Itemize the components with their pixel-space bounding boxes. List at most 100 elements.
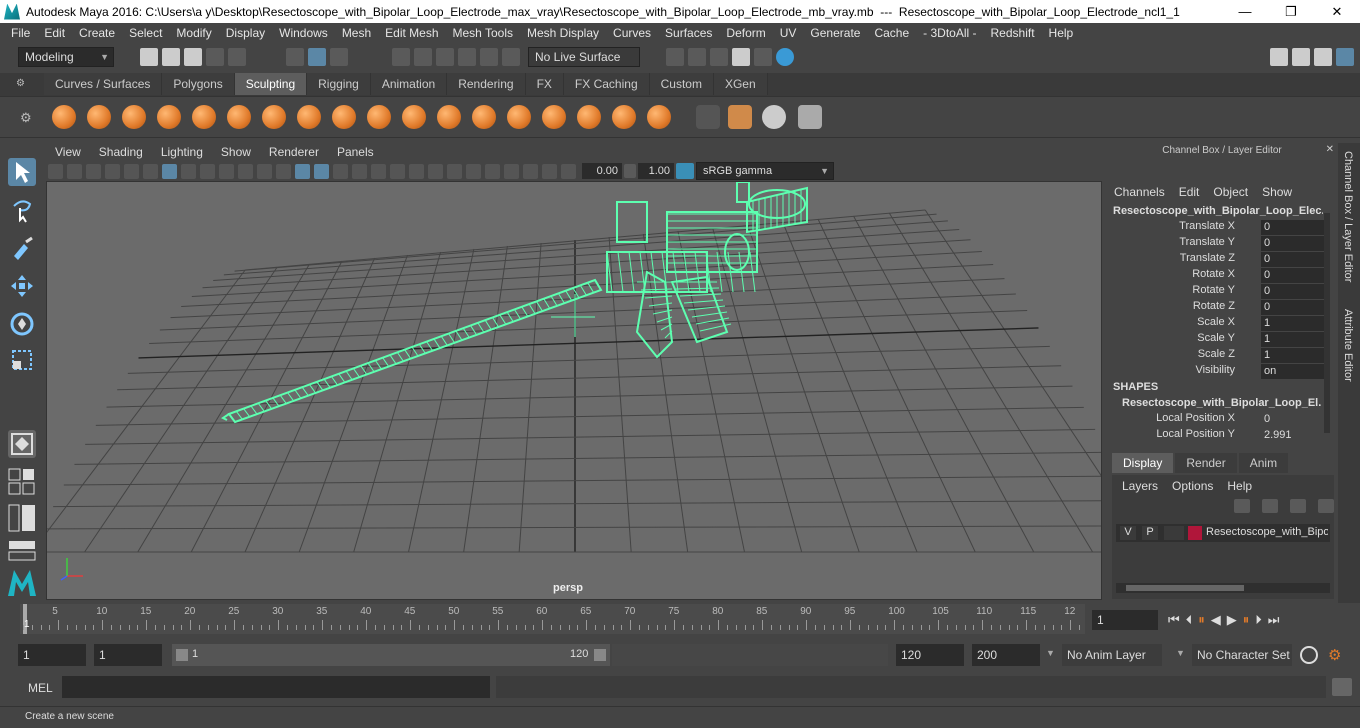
channel-menu-object[interactable]: Object bbox=[1213, 185, 1256, 199]
menu-generate[interactable]: Generate bbox=[803, 26, 867, 40]
attr-value-field[interactable]: 0 bbox=[1261, 284, 1325, 299]
minimize-button[interactable]: — bbox=[1222, 0, 1268, 23]
camera-select-icon[interactable] bbox=[48, 163, 63, 179]
wireframe-icon[interactable] bbox=[295, 163, 310, 179]
camera-attributes-icon[interactable] bbox=[67, 163, 82, 179]
panel-menu-panels[interactable]: Panels bbox=[328, 145, 383, 159]
attribute-editor-side-tab[interactable]: Attribute Editor bbox=[1342, 309, 1354, 382]
toggle-attribute-editor-icon[interactable] bbox=[1336, 48, 1354, 66]
menu-mesh[interactable]: Mesh bbox=[335, 26, 378, 40]
make-live-icon[interactable] bbox=[502, 48, 520, 66]
attr-value-field[interactable]: 2.991 bbox=[1261, 428, 1325, 443]
layer-tab-display[interactable]: Display bbox=[1112, 453, 1174, 473]
shadows-icon[interactable] bbox=[390, 163, 405, 179]
layer-playback-toggle[interactable]: P bbox=[1142, 526, 1158, 540]
scale-tool-icon[interactable] bbox=[8, 346, 36, 374]
imprint-tool-icon[interactable] bbox=[367, 105, 391, 129]
pinch-tool-icon[interactable] bbox=[192, 105, 216, 129]
panel-menu-lighting[interactable]: Lighting bbox=[152, 145, 212, 159]
shelf-tab-fx[interactable]: FX bbox=[525, 73, 564, 95]
color-space-dropdown[interactable]: sRGB gamma ▼ bbox=[696, 162, 834, 180]
anti-aliasing-icon[interactable] bbox=[447, 163, 462, 179]
xray-components-icon[interactable] bbox=[542, 163, 557, 179]
mode-dropdown[interactable]: Modeling ▼ bbox=[18, 47, 114, 67]
attr-value-field[interactable]: 1 bbox=[1261, 332, 1325, 347]
range-end-handle[interactable] bbox=[594, 649, 606, 661]
channel-box-scrollbar[interactable] bbox=[1324, 213, 1330, 433]
shelf-tab-polygons[interactable]: Polygons bbox=[162, 73, 235, 95]
channel-menu-edit[interactable]: Edit bbox=[1179, 185, 1208, 199]
foamy-tool-icon[interactable] bbox=[262, 105, 286, 129]
attr-value-field[interactable]: 0 bbox=[1261, 412, 1325, 427]
menu-create[interactable]: Create bbox=[72, 26, 122, 40]
sculpt-tool-icon[interactable] bbox=[52, 105, 76, 129]
gate-mask-icon[interactable] bbox=[219, 163, 234, 179]
menu-display[interactable]: Display bbox=[219, 26, 272, 40]
character-set-dropdown[interactable]: No Character Set bbox=[1192, 644, 1292, 666]
bulge-tool-icon[interactable] bbox=[577, 105, 601, 129]
rotate-tool-icon[interactable] bbox=[8, 310, 36, 338]
current-frame-field[interactable]: 1 bbox=[1092, 610, 1158, 630]
select-component-icon[interactable] bbox=[330, 48, 348, 66]
attr-value-field[interactable]: 0 bbox=[1261, 236, 1325, 251]
redo-icon[interactable] bbox=[228, 48, 246, 66]
film-gate-icon[interactable] bbox=[181, 163, 196, 179]
maximize-button[interactable]: ❐ bbox=[1268, 0, 1314, 23]
toggle-tool-settings-icon[interactable] bbox=[1292, 48, 1310, 66]
paint-select-tool-icon[interactable] bbox=[8, 234, 36, 262]
step-forward-key-icon[interactable]: ⏵ bbox=[1255, 612, 1262, 628]
amplify-tool-icon[interactable] bbox=[612, 105, 636, 129]
step-back-key-icon[interactable]: ⏴ bbox=[1186, 612, 1193, 628]
step-forward-frame-icon[interactable]: ⏸ bbox=[1243, 612, 1250, 628]
channel-menu-channels[interactable]: Channels bbox=[1114, 185, 1173, 199]
render-settings-icon[interactable] bbox=[666, 48, 684, 66]
graph-layout-icon[interactable] bbox=[8, 540, 36, 562]
shelf-tab-sculpting[interactable]: Sculpting bbox=[234, 73, 308, 95]
attr-value-field[interactable]: 1 bbox=[1261, 348, 1325, 363]
end-time-field[interactable]: 200 bbox=[972, 644, 1040, 666]
attr-value-field[interactable]: 1 bbox=[1261, 316, 1325, 331]
single-view-layout-icon[interactable] bbox=[8, 430, 36, 458]
object-name[interactable]: Resectoscope_with_Bipolar_Loop_Elec... bbox=[1113, 205, 1323, 217]
menu-redshift[interactable]: Redshift bbox=[984, 26, 1042, 40]
layer-visibility-toggle[interactable]: V bbox=[1120, 526, 1136, 540]
panel-menu-renderer[interactable]: Renderer bbox=[260, 145, 328, 159]
select-object-icon[interactable] bbox=[308, 48, 326, 66]
field-chart-icon[interactable] bbox=[238, 163, 253, 179]
use-lights-icon[interactable] bbox=[371, 163, 386, 179]
spray-tool-icon[interactable] bbox=[297, 105, 321, 129]
menu-deform[interactable]: Deform bbox=[719, 26, 772, 40]
xray-icon[interactable] bbox=[504, 163, 519, 179]
move-layer-up-icon[interactable] bbox=[1290, 499, 1306, 513]
grease-pencil-icon[interactable] bbox=[143, 163, 158, 179]
move-tool-icon[interactable] bbox=[8, 272, 36, 300]
attr-value-field[interactable]: 0 bbox=[1261, 300, 1325, 315]
grid-icon[interactable] bbox=[162, 163, 177, 179]
menu-cache[interactable]: Cache bbox=[867, 26, 916, 40]
auto-key-icon[interactable] bbox=[1300, 646, 1318, 664]
range-start-handle[interactable] bbox=[176, 649, 188, 661]
exposure-icon[interactable] bbox=[561, 163, 576, 179]
render-sphere-icon[interactable] bbox=[776, 48, 794, 66]
panel-menu-view[interactable]: View bbox=[46, 145, 90, 159]
menu-mesh-display[interactable]: Mesh Display bbox=[520, 26, 606, 40]
snap-projected-icon[interactable] bbox=[458, 48, 476, 66]
flatten-tool-icon[interactable] bbox=[227, 105, 251, 129]
shelf-tab-rendering[interactable]: Rendering bbox=[447, 73, 526, 95]
move-layer-down-icon[interactable] bbox=[1318, 499, 1334, 513]
playback-end-field[interactable]: 120 bbox=[896, 644, 964, 666]
repeat-tool-icon[interactable] bbox=[332, 105, 356, 129]
channel-box-side-tab[interactable]: Channel Box / Layer Editor bbox=[1342, 151, 1354, 282]
shelf-tab-xgen[interactable]: XGen bbox=[713, 73, 768, 95]
undo-icon[interactable] bbox=[206, 48, 224, 66]
playback-start-field[interactable]: 1 bbox=[94, 644, 162, 666]
anim-layer-dropdown[interactable]: No Anim Layer bbox=[1062, 644, 1162, 666]
attr-value-field[interactable]: 0 bbox=[1261, 252, 1325, 267]
snap-point-icon[interactable] bbox=[436, 48, 454, 66]
menu-edit-mesh[interactable]: Edit Mesh bbox=[378, 26, 445, 40]
layer-name[interactable]: Resectoscope_with_Bipo bbox=[1206, 526, 1328, 538]
save-scene-icon[interactable] bbox=[184, 48, 202, 66]
snap-curve-icon[interactable] bbox=[414, 48, 432, 66]
safe-action-icon[interactable] bbox=[257, 163, 272, 179]
shelf-tab-curves-surfaces[interactable]: Curves / Surfaces bbox=[44, 73, 163, 95]
